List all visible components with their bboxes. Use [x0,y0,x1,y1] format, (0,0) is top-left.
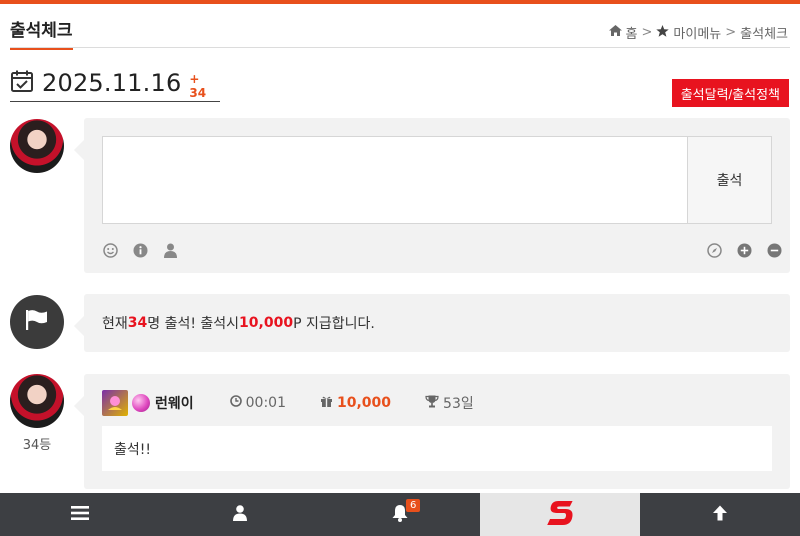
entry-points-value: 10,000 [337,395,392,411]
flag-icon [25,309,49,335]
notice-points: 10,000 [239,315,294,331]
site-logo-button[interactable] [480,493,640,536]
date-bar: 2025.11.16 + 34 [10,64,220,102]
comment-textarea[interactable] [102,136,688,224]
entry-time-value: 00:01 [245,395,286,411]
breadcrumb-separator: > [725,25,737,40]
smiley-icon[interactable] [102,242,118,258]
attendance-date: 2025.11.16 [42,68,182,97]
attendance-policy-button[interactable]: 출석달력/출석정책 [671,79,789,107]
notifications-button[interactable]: 6 [320,493,480,536]
user-icon[interactable] [162,242,178,258]
entry-nickname[interactable]: 런웨이 [155,393,194,413]
info-icon[interactable] [132,242,148,258]
level-icon [102,390,128,416]
entry-days-value: 53일 [443,396,474,412]
attendance-notice: 현재 34 명 출석! 출석시 10,000 P 지급합니다. [74,294,790,352]
gem-icon [132,394,150,412]
clock-icon [229,395,242,411]
minus-circle-icon[interactable] [766,242,782,258]
notice-suffix: P 지급합니다. [293,316,375,332]
flag-avatar [10,295,64,349]
notice-count: 34 [127,315,148,331]
breadcrumb-menu[interactable]: 마이메뉴 [673,23,721,42]
page-title: 출석체크 [10,16,73,50]
arrow-up-icon [712,505,728,525]
avatar[interactable] [10,374,64,428]
compass-icon[interactable] [706,242,722,258]
entry-days: 53일 [425,393,474,413]
breadcrumb: 홈 > 마이메뉴 > 출석체크 [608,23,788,42]
entry-message: 출석!! [102,426,772,471]
comment-form-card: 출석 [74,118,790,273]
star-icon [656,24,670,41]
attendance-page: 출석체크 홈 > 마이메뉴 > 출석체크 2025.11.16 + 34 출석달… [0,0,800,536]
attendance-entry: 런웨이 00:01 10,000 53일 출석!! [74,374,790,489]
notice-prefix: 현재 [102,316,128,332]
bottom-nav: 6 [0,493,800,536]
entry-points: 10,000 [320,395,391,411]
user-icon [233,504,247,525]
hamburger-icon [71,505,89,524]
breadcrumb-home[interactable]: 홈 [626,23,638,42]
comment-tools-right [706,242,782,258]
comment-tools-left [102,242,178,258]
home-icon[interactable] [608,25,622,40]
breadcrumb-current: 출석체크 [740,27,788,42]
profile-button[interactable] [160,493,320,536]
notice-mid: 명 출석! 출석시 [147,316,240,332]
s-logo-icon [546,498,574,532]
menu-button[interactable] [0,493,160,536]
top-header: 출석체크 홈 > 마이메뉴 > 출석체크 [10,4,790,50]
calendar-check-icon [10,69,34,97]
attendance-submit-button[interactable]: 출석 [687,136,772,224]
avatar [10,119,64,173]
entry-meta: 런웨이 00:01 10,000 53일 [102,390,474,416]
notification-badge: 6 [406,499,421,512]
scroll-top-button[interactable] [640,493,800,536]
entry-time: 00:01 [229,395,286,411]
gift-icon [320,395,333,411]
trophy-icon [425,395,439,412]
rank-label: 34등 [22,438,52,453]
breadcrumb-separator: > [641,25,653,40]
plus-circle-icon[interactable] [736,242,752,258]
attendance-count: + 34 [189,72,207,100]
